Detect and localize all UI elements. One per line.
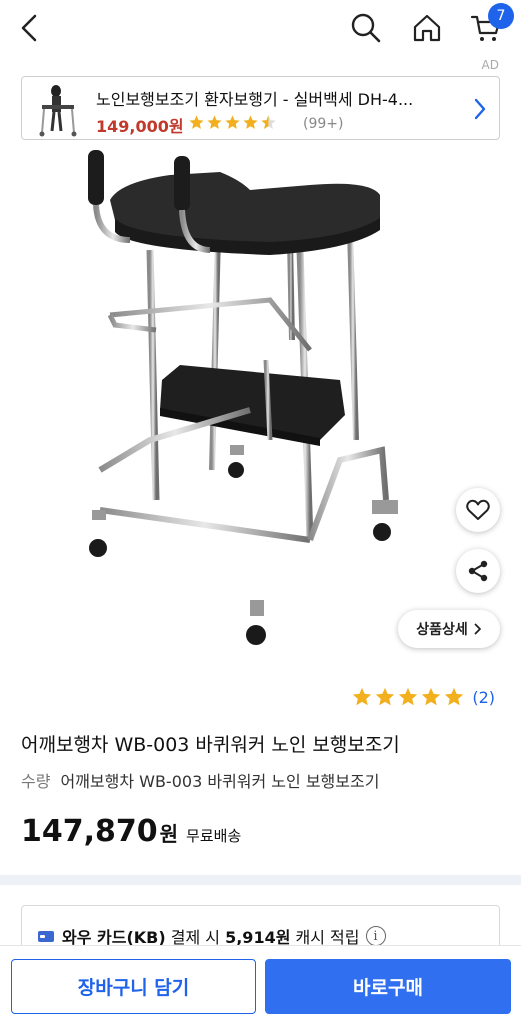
option-value: 어깨보행차 WB-003 바퀴워커 노인 보행보조기 xyxy=(60,772,380,791)
option-label: 수량 xyxy=(21,772,51,791)
price-unit: 원 xyxy=(159,822,179,846)
top-nav-bar: 7 xyxy=(0,0,521,58)
wishlist-button[interactable] xyxy=(456,488,500,532)
ad-price: 149,000원 xyxy=(96,117,184,136)
back-button[interactable] xyxy=(10,8,50,48)
chevron-left-icon xyxy=(21,14,37,42)
star-icon xyxy=(422,687,441,706)
share-button[interactable] xyxy=(456,549,500,593)
star-icon xyxy=(189,115,204,129)
info-icon[interactable]: i xyxy=(365,926,386,946)
ad-label: AD xyxy=(481,58,499,72)
ad-rating-stars xyxy=(188,114,277,131)
heart-icon xyxy=(466,499,490,520)
chevron-right-icon xyxy=(474,623,481,635)
star-icon xyxy=(445,687,464,706)
product-image[interactable] xyxy=(70,140,450,660)
bottom-action-bar: 장바구니 담기 바로구매 xyxy=(0,945,521,1024)
home-icon xyxy=(413,14,441,42)
shipping-label: 무료배송 xyxy=(186,827,242,845)
quantity-option-row[interactable]: 수량 어깨보행차 WB-003 바퀴워커 노인 보행보조기 xyxy=(21,768,379,792)
star-icon xyxy=(225,115,240,129)
section-divider xyxy=(0,875,521,885)
search-icon xyxy=(351,13,381,43)
star-icon xyxy=(243,115,258,129)
buy-now-button[interactable]: 바로구매 xyxy=(265,959,511,1014)
cart-count-badge: 7 xyxy=(488,3,514,29)
search-button[interactable] xyxy=(346,8,386,48)
product-detail-button[interactable]: 상품상세 xyxy=(398,610,500,648)
product-title: 어깨보행차 WB-003 바퀴워커 노인 보행보조기 xyxy=(21,734,400,756)
star-icon xyxy=(207,115,222,129)
review-count-link[interactable]: (2) xyxy=(472,688,495,707)
price-row: 147,870 원 무료배송 xyxy=(21,814,241,849)
credit-card-icon xyxy=(38,930,54,942)
product-detail-label: 상품상세 xyxy=(416,622,468,638)
home-button[interactable] xyxy=(407,8,447,48)
product-rating[interactable]: (2) xyxy=(351,686,495,708)
product-price: 147,870 xyxy=(21,814,158,849)
ad-product-thumbnail xyxy=(39,85,77,137)
sponsored-product-card[interactable]: 노인보행보조기 환자보행기 - 실버백세 DH-4... 149,000원 (9… xyxy=(21,76,500,140)
star-icon xyxy=(399,687,418,706)
ad-title: 노인보행보조기 환자보행기 - 실버백세 DH-4... xyxy=(96,90,414,109)
share-icon xyxy=(468,560,488,582)
chevron-right-icon xyxy=(474,98,486,120)
ad-review-count: (99+) xyxy=(303,116,344,132)
star-half-icon xyxy=(261,115,276,129)
add-to-cart-button[interactable]: 장바구니 담기 xyxy=(11,959,256,1014)
star-icon xyxy=(376,687,395,706)
star-icon xyxy=(353,687,372,706)
